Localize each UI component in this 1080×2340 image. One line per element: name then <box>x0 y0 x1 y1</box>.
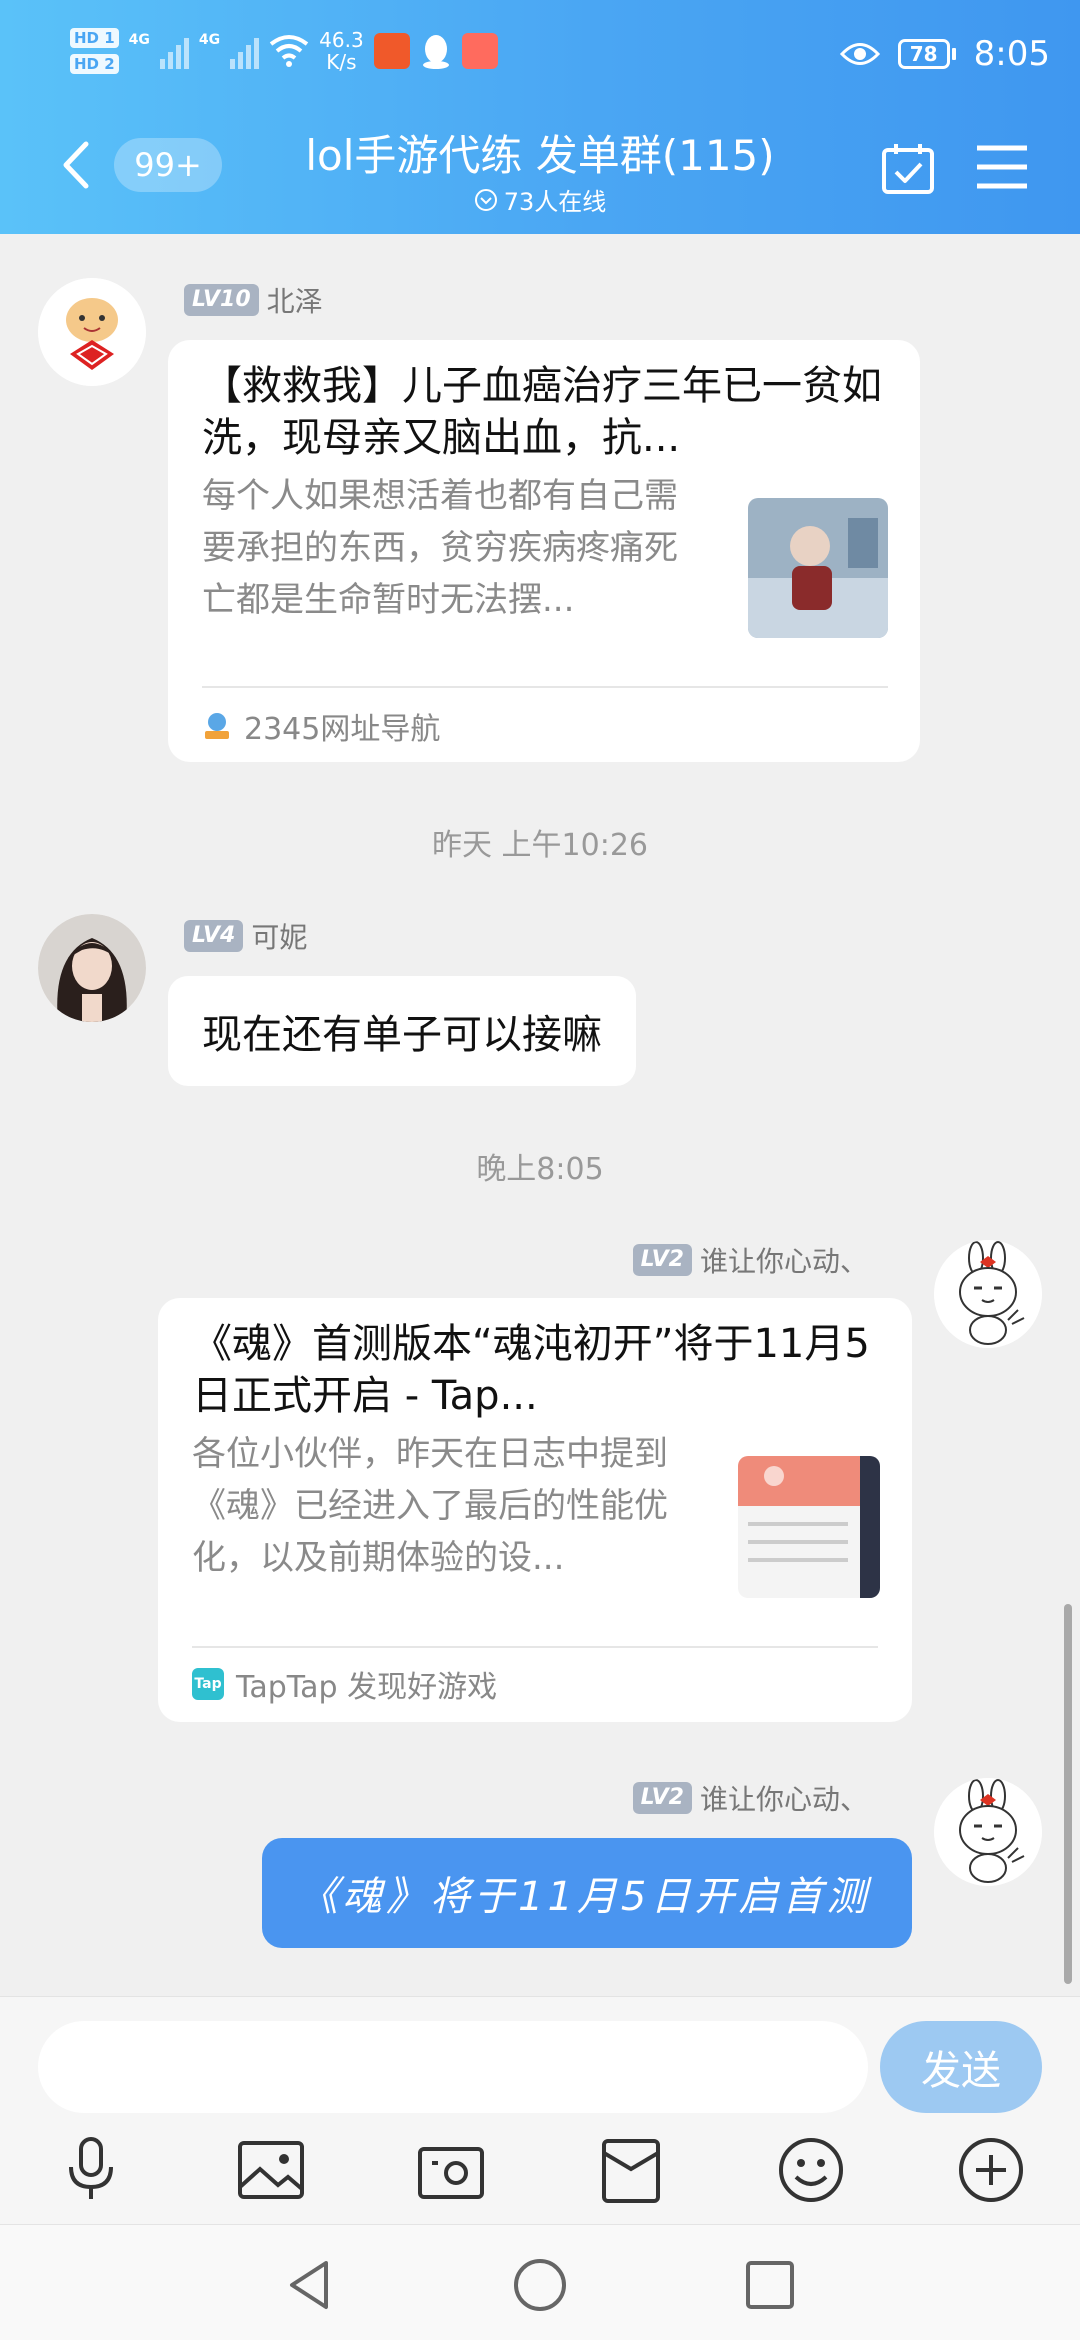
card-description: 各位小伙伴，昨天在日志中提到《魂》已经进入了最后的性能优化，以及前期体验的设..… <box>192 1434 668 1578</box>
scrollbar[interactable] <box>1064 1604 1072 1984</box>
sender-info: LV10 北泽 <box>184 280 323 320</box>
red-packet-icon[interactable] <box>594 2133 668 2207</box>
card-divider <box>192 1646 878 1648</box>
online-count: 73人在线 <box>503 188 607 216</box>
shopping-notification-icon <box>461 33 498 69</box>
level-badge: LV2 <box>632 1244 692 1276</box>
card-source-name: TapTap 发现好游戏 <box>236 1670 498 1705</box>
avatar-beize[interactable] <box>38 278 146 386</box>
nav-recents-icon[interactable] <box>740 2255 800 2315</box>
sender-name[interactable]: 谁让你心动、 <box>700 1778 868 1818</box>
sender-name[interactable]: 北泽 <box>267 280 323 320</box>
calendar-check-icon[interactable] <box>880 140 936 196</box>
sender-info: LV2 谁让你心动、 <box>632 1240 868 1280</box>
hd1-indicator: HD 1 <box>70 28 119 48</box>
send-button[interactable]: 发送 <box>880 2021 1042 2113</box>
system-navigation-bar <box>0 2224 1080 2340</box>
sender-name[interactable]: 谁让你心动、 <box>700 1240 868 1280</box>
wifi-icon <box>269 35 309 67</box>
app-header: HD 1 HD 2 4G 4G 46.3 K/s 78 8:05 99+ lol… <box>0 0 1080 234</box>
card-divider <box>202 686 888 688</box>
sender-info: LV4 可妮 <box>184 916 307 956</box>
avatar-self[interactable] <box>934 1240 1042 1348</box>
network-type-2: 4G <box>198 32 221 48</box>
self-message-bubble[interactable]: 《魂》将于11月5日开启首测 <box>262 1838 912 1948</box>
card-source: 2345网址导航 <box>202 704 440 748</box>
unread-count-badge[interactable]: 99+ <box>114 138 222 192</box>
level-badge: LV2 <box>632 1782 692 1814</box>
level-badge: LV4 <box>184 920 244 952</box>
eye-icon <box>839 43 880 65</box>
message-text: 《魂》将于11月5日开启首测 <box>298 1874 871 1920</box>
taobao-notification-icon <box>373 33 410 69</box>
taptap-logo-icon: Tap <box>192 1668 224 1700</box>
emoji-icon[interactable] <box>774 2133 848 2207</box>
input-bar: 发送 <box>0 1996 1080 2224</box>
sender-info: LV2 谁让你心动、 <box>632 1778 868 1818</box>
2345-logo-icon <box>205 713 229 739</box>
card-thumbnail <box>738 1456 880 1598</box>
qq-notification-icon <box>422 35 449 69</box>
message-text: 现在还有单子可以接嘛 <box>202 1012 602 1058</box>
card-title: 《魂》首测版本“魂沌初开”将于11月5日正式开启 - Tap... <box>192 1321 870 1419</box>
nav-home-icon[interactable] <box>510 2255 570 2315</box>
card-thumbnail <box>748 498 888 638</box>
clock: 8:05 <box>973 34 1050 74</box>
network-speed: 46.3 K/s <box>319 28 364 74</box>
image-icon[interactable] <box>234 2133 308 2207</box>
chevron-down-circle-icon <box>474 188 497 211</box>
message-bubble[interactable]: 现在还有单子可以接嘛 <box>168 976 636 1086</box>
group-title[interactable]: lol手游代练 发单群(115) <box>260 122 820 183</box>
status-bar: HD 1 HD 2 4G 4G 46.3 K/s 78 8:05 <box>0 0 1080 120</box>
nav-back-icon[interactable] <box>280 2255 340 2315</box>
card-source-name: 2345网址导航 <box>244 712 441 747</box>
timestamp: 晚上8:05 <box>476 1152 604 1187</box>
avatar-keni[interactable] <box>38 914 146 1022</box>
shared-link-card[interactable]: 【救救我】儿子血癌治疗三年已一贫如洗，现母亲又脑出血，抗... 每个人如果想活着… <box>168 340 920 762</box>
message-input[interactable] <box>38 2021 868 2113</box>
shared-link-card[interactable]: 《魂》首测版本“魂沌初开”将于11月5日正式开启 - Tap... 各位小伙伴，… <box>158 1298 912 1722</box>
input-toolbar <box>0 2133 1080 2217</box>
signal-icon-1 <box>159 33 189 69</box>
signal-icon-2 <box>230 33 260 69</box>
card-source: Tap TapTap 发现好游戏 <box>192 1662 497 1706</box>
timestamp: 昨天 上午10:26 <box>432 828 648 863</box>
microphone-icon[interactable] <box>54 2133 128 2207</box>
battery-indicator: 78 <box>897 39 956 69</box>
chat-nav-bar: 99+ lol手游代练 发单群(115) 73人在线 <box>0 120 1080 234</box>
card-description: 每个人如果想活着也都有自己需要承担的东西，贫穷疾病疼痛死亡都是生命暂时无法摆..… <box>202 476 678 620</box>
hd2-indicator: HD 2 <box>70 54 119 74</box>
avatar-self[interactable] <box>934 1778 1042 1886</box>
menu-icon[interactable] <box>975 142 1029 192</box>
chat-message-list[interactable]: LV10 北泽 【救救我】儿子血癌治疗三年已一贫如洗，现母亲又脑出血，抗... … <box>0 234 1080 1996</box>
card-title: 【救救我】儿子血癌治疗三年已一贫如洗，现母亲又脑出血，抗... <box>202 363 882 461</box>
network-type-1: 4G <box>128 32 150 48</box>
back-arrow-icon[interactable] <box>56 140 96 190</box>
plus-icon[interactable] <box>954 2133 1028 2207</box>
camera-icon[interactable] <box>414 2133 488 2207</box>
sender-name[interactable]: 可妮 <box>251 916 307 956</box>
online-status[interactable]: 73人在线 <box>360 182 720 217</box>
level-badge: LV10 <box>184 284 259 316</box>
